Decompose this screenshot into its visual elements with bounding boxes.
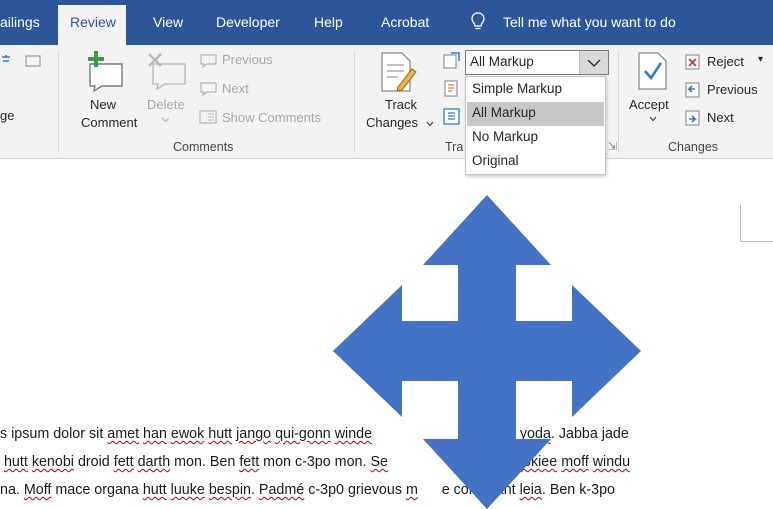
misspelled-word[interactable]: Moff: [24, 482, 52, 498]
misspelled-word[interactable]: amet: [107, 426, 139, 442]
accept-label[interactable]: Accept: [629, 97, 669, 112]
show-comments-label[interactable]: Show Comments: [222, 110, 321, 125]
tab-acrobat[interactable]: Acrobat: [381, 14, 429, 30]
document-text[interactable]: droid: [74, 454, 114, 470]
markup-option-none[interactable]: No Markup: [467, 126, 604, 150]
previous-comment-label[interactable]: Previous: [222, 52, 273, 67]
delete-label[interactable]: Delete: [147, 97, 185, 112]
changes-group-label: Changes: [668, 140, 719, 154]
reviewing-pane-icon[interactable]: [443, 108, 461, 126]
misspelled-word[interactable]: fett: [114, 454, 134, 470]
language-icon[interactable]: [0, 53, 18, 71]
next-change-icon[interactable]: [685, 110, 701, 126]
tell-me-search[interactable]: Tell me what you want to do: [503, 14, 676, 30]
document-text[interactable]: s ipsum dolor sit: [0, 426, 107, 442]
misspelled-word[interactable]: fett: [239, 454, 259, 470]
track-changes-icon[interactable]: [378, 51, 418, 95]
chevron-down-icon: [587, 59, 601, 68]
display-for-review-icon[interactable]: [443, 52, 461, 70]
misspelled-word[interactable]: ewok: [171, 426, 204, 442]
misspelled-word[interactable]: darth: [138, 454, 171, 470]
move-cursor-arrow-icon: [333, 195, 641, 509]
next-change-label[interactable]: Next: [707, 110, 734, 125]
tracking-group-label: Tra: [445, 140, 464, 154]
next-comment-label[interactable]: Next: [222, 81, 249, 96]
ribbon: ge New Comment Delete Previous Next Show…: [0, 45, 773, 159]
track-changes-label-2[interactable]: Changes: [366, 115, 418, 130]
document-text[interactable]: .: [251, 482, 259, 498]
misspelled-word[interactable]: bespin: [209, 482, 251, 498]
document-text[interactable]: mace organa: [51, 482, 142, 498]
previous-change-icon[interactable]: [685, 82, 701, 98]
reject-icon[interactable]: [685, 54, 701, 70]
separator: [354, 51, 355, 153]
ribbon-tab-bar: ailings Review View Developer Help Acrob…: [0, 0, 773, 45]
show-comments-icon[interactable]: [198, 109, 218, 125]
misspelled-word[interactable]: jango: [236, 426, 271, 442]
tab-help[interactable]: Help: [314, 14, 343, 30]
misspelled-word[interactable]: han: [143, 426, 167, 442]
misspelled-word[interactable]: kenobi: [32, 454, 74, 470]
markup-option-original[interactable]: Original: [467, 150, 604, 174]
chevron-down-icon[interactable]: [426, 121, 434, 127]
chevron-down-icon[interactable]: [649, 116, 657, 122]
chevron-down-icon[interactable]: ▾: [758, 54, 763, 65]
document-text[interactable]: mon. Ben: [170, 454, 239, 470]
markup-option-all[interactable]: All Markup: [467, 102, 604, 126]
markup-select-value: All Markup: [470, 54, 534, 69]
tab-review[interactable]: Review: [58, 5, 126, 45]
tab-developer[interactable]: Developer: [216, 14, 280, 30]
document-text[interactable]: na.: [0, 482, 24, 498]
translate-icon[interactable]: [24, 53, 44, 69]
previous-change-label[interactable]: Previous: [707, 82, 758, 97]
new-comment-label-1[interactable]: New: [90, 97, 116, 112]
dialog-launcher-icon[interactable]: ⇲: [608, 140, 617, 153]
markup-dropdown-list: Simple Markup All Markup No Markup Origi…: [465, 76, 606, 175]
comments-group-label: Comments: [173, 140, 234, 154]
track-changes-label-1[interactable]: Track: [385, 97, 417, 112]
markup-option-simple[interactable]: Simple Markup: [467, 78, 604, 102]
markup-select[interactable]: All Markup: [465, 50, 609, 75]
new-comment-icon[interactable]: [82, 50, 126, 92]
accept-icon[interactable]: [636, 51, 670, 91]
chevron-down-icon[interactable]: [161, 117, 170, 123]
next-comment-icon[interactable]: [198, 80, 218, 96]
language-partial-label[interactable]: ge: [0, 108, 14, 123]
previous-comment-icon[interactable]: [198, 52, 218, 68]
misspelled-word[interactable]: hutt: [208, 426, 232, 442]
reject-label[interactable]: Reject: [707, 54, 744, 69]
separator: [58, 51, 59, 153]
markup-dropdown-button[interactable]: [579, 51, 608, 74]
new-comment-label-2[interactable]: Comment: [81, 115, 137, 130]
misspelled-word[interactable]: luuke: [171, 482, 205, 498]
misspelled-word[interactable]: Padmé: [259, 482, 304, 498]
lightbulb-icon[interactable]: [470, 12, 486, 32]
show-markup-icon[interactable]: [443, 80, 461, 98]
tab-view[interactable]: View: [153, 14, 183, 30]
delete-comment-icon[interactable]: [145, 52, 187, 90]
tab-mailings[interactable]: ailings: [0, 14, 40, 30]
separator: [618, 51, 619, 153]
page-corner-mark: [740, 205, 773, 242]
misspelled-word[interactable]: hutt: [143, 482, 167, 498]
misspelled-word[interactable]: hutt: [4, 454, 28, 470]
misspelled-word[interactable]: qui-gonn: [275, 426, 331, 442]
